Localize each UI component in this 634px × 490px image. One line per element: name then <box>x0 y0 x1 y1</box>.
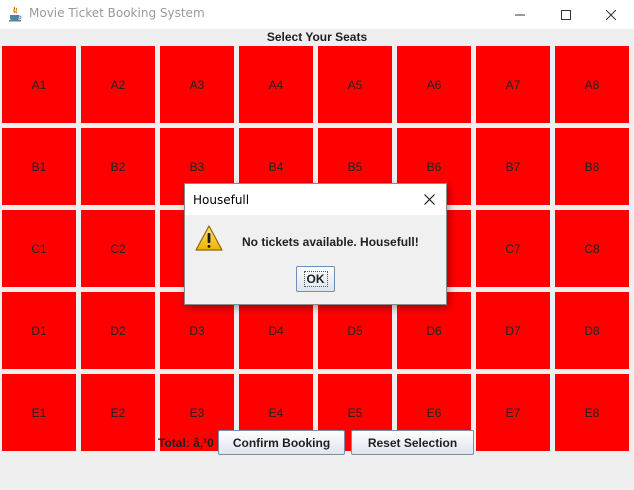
seat-button[interactable]: A2 <box>81 46 155 123</box>
seat-button[interactable]: A5 <box>318 46 392 123</box>
seat-button[interactable]: E1 <box>2 374 76 451</box>
seat-button[interactable]: E2 <box>81 374 155 451</box>
seat-button[interactable]: C8 <box>555 210 629 287</box>
close-icon <box>423 193 435 205</box>
seat-button[interactable]: D8 <box>555 292 629 369</box>
seat-button[interactable]: C2 <box>81 210 155 287</box>
dialog-title: Housefull <box>193 193 250 207</box>
seat-button[interactable]: E7 <box>476 374 550 451</box>
seat-button[interactable]: D2 <box>81 292 155 369</box>
dialog-close-button[interactable] <box>418 188 440 210</box>
dialog-titlebar: Housefull <box>185 184 446 215</box>
ok-button-label: OK <box>303 271 328 287</box>
seat-button[interactable]: A7 <box>476 46 550 123</box>
seat-button[interactable]: D7 <box>476 292 550 369</box>
minimize-button[interactable] <box>497 0 543 29</box>
reset-selection-button[interactable]: Reset Selection <box>351 430 474 455</box>
housefull-dialog: Housefull No tickets available. Houseful… <box>184 183 447 305</box>
seat-button[interactable]: A4 <box>239 46 313 123</box>
dialog-message: No tickets available. Housefull! <box>242 235 419 249</box>
seat-button[interactable]: B1 <box>2 128 76 205</box>
total-label: Total: â‚¹0 <box>158 436 214 450</box>
java-cup-icon <box>9 6 22 22</box>
close-button[interactable] <box>588 0 634 29</box>
seat-button[interactable]: B8 <box>555 128 629 205</box>
warning-icon <box>195 225 223 251</box>
ok-button[interactable]: OK <box>296 266 335 292</box>
maximize-button[interactable] <box>543 0 589 29</box>
seat-button[interactable]: E8 <box>555 374 629 451</box>
seat-button[interactable]: C1 <box>2 210 76 287</box>
seat-button[interactable]: B7 <box>476 128 550 205</box>
seat-button[interactable]: D1 <box>2 292 76 369</box>
confirm-booking-button[interactable]: Confirm Booking <box>218 430 345 455</box>
seat-button[interactable]: A8 <box>555 46 629 123</box>
seat-button[interactable]: A6 <box>397 46 471 123</box>
seat-button[interactable]: A3 <box>160 46 234 123</box>
window-title: Movie Ticket Booking System <box>29 6 205 20</box>
page-title: Select Your Seats <box>266 30 368 44</box>
minimize-icon <box>515 14 525 15</box>
window-titlebar: Movie Ticket Booking System <box>0 0 634 29</box>
maximize-icon <box>561 9 571 20</box>
seat-button[interactable]: A1 <box>2 46 76 123</box>
close-icon <box>606 9 616 20</box>
seat-button[interactable]: B2 <box>81 128 155 205</box>
seat-button[interactable]: C7 <box>476 210 550 287</box>
